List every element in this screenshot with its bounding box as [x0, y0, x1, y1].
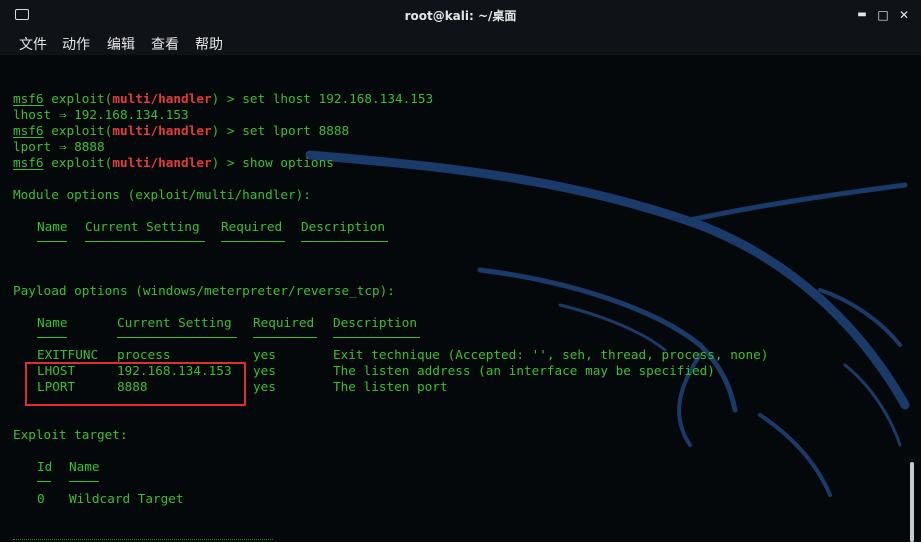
scrollbar-thumb[interactable] — [910, 462, 914, 542]
payload-header-description: Description — [333, 315, 418, 330]
payload-header-underline — [253, 337, 317, 338]
msf-prompt: msf6 — [13, 123, 44, 138]
close-button[interactable]: ✕ — [897, 8, 911, 22]
output-lport: lport ⇒ 8888 — [13, 139, 105, 154]
row-description: The listen address (an interface may be … — [333, 363, 715, 378]
module-name: multi/handler — [112, 123, 212, 138]
payload-options-title: Payload options (windows/meterpreter/rev… — [13, 283, 395, 298]
target-name: Wildcard Target — [69, 491, 184, 506]
payload-header-underline — [37, 337, 67, 338]
menu-view[interactable]: 查看 — [151, 34, 179, 54]
module-header-setting: Current Setting — [85, 219, 200, 234]
target-header-underline — [37, 481, 51, 482]
row-description: The listen port — [333, 379, 448, 394]
target-id: 0 — [37, 491, 45, 506]
menu-edit[interactable]: 编辑 — [107, 34, 135, 54]
target-header-underline — [69, 481, 99, 482]
payload-header-name: Name — [37, 315, 68, 330]
row-required: yes — [253, 347, 276, 362]
payload-header-underline — [333, 337, 420, 338]
cmd-line-show-options: msf6 exploit(multi/handler) > show optio… — [13, 155, 334, 170]
output-lhost: lhost ⇒ 192.168.134.153 — [13, 107, 189, 122]
msf-prompt: msf6 — [13, 91, 44, 106]
msf-prompt: msf6 — [13, 155, 44, 170]
module-options-title: Module options (exploit/multi/handler): — [13, 187, 311, 202]
payload-header-required: Required — [253, 315, 315, 330]
menu-help[interactable]: 帮助 — [195, 34, 223, 54]
maximize-button[interactable]: □ — [876, 8, 890, 22]
exploit-target-title: Exploit target: — [13, 427, 128, 442]
terminal-output[interactable]: msf6 exploit(multi/handler) > set lhost … — [0, 55, 921, 542]
cmd-line-set-lhost: msf6 exploit(multi/handler) > set lhost … — [13, 91, 434, 106]
module-name: multi/handler — [112, 91, 212, 106]
title-bar: root@kali: ~/桌面 ▬ □ ✕ — [0, 0, 921, 32]
target-header-name: Name — [69, 459, 100, 474]
menu-action[interactable]: 动作 — [62, 34, 90, 54]
module-header-name: Name — [37, 219, 68, 234]
cmd-line-set-lport: msf6 exploit(multi/handler) > set lport … — [13, 123, 350, 138]
row-description: Exit technique (Accepted: '', seh, threa… — [333, 347, 769, 362]
row-required: yes — [253, 363, 276, 378]
payload-header-setting: Current Setting — [117, 315, 232, 330]
target-header-id: Id — [37, 459, 53, 474]
module-header-description: Description — [301, 219, 386, 234]
module-header-required: Required — [221, 219, 283, 234]
module-header-underline — [221, 241, 285, 242]
menu-bar: 文件 动作 编辑 查看 帮助 — [0, 31, 921, 55]
row-setting: process — [117, 347, 171, 362]
module-header-underline — [301, 241, 388, 242]
row-required: yes — [253, 379, 276, 394]
module-name: multi/handler — [112, 155, 212, 170]
module-header-underline — [37, 241, 67, 242]
window-title: root@kali: ~/桌面 — [404, 9, 517, 23]
row-name: EXITFUNC — [37, 347, 99, 362]
annotation-highlight-box — [25, 362, 246, 406]
module-header-underline — [85, 241, 205, 242]
menu-file[interactable]: 文件 — [19, 34, 47, 54]
payload-header-underline — [117, 337, 237, 338]
minimize-button[interactable]: ▬ — [855, 8, 869, 22]
